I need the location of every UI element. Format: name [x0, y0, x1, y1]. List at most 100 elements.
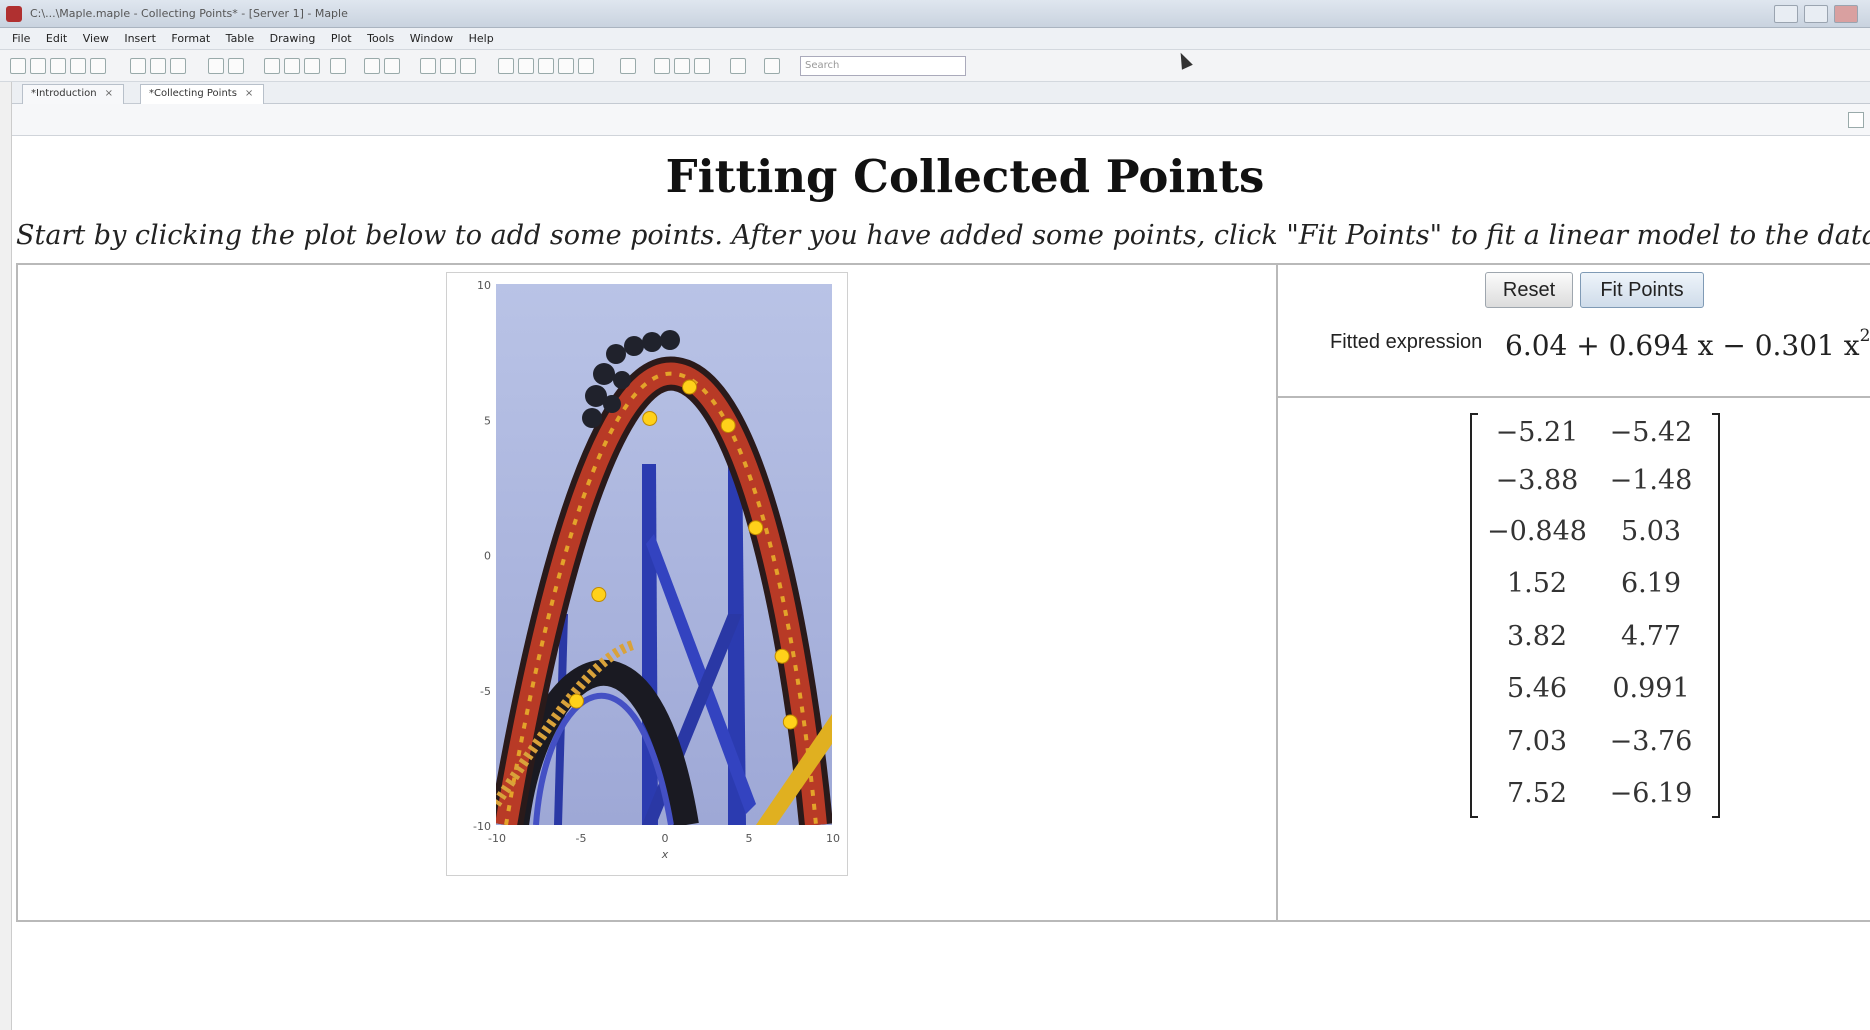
- y-tick-label: 10: [477, 279, 491, 292]
- home-icon[interactable]: [440, 58, 456, 74]
- print-icon[interactable]: [70, 58, 86, 74]
- matrix-cell-y: −1.48: [1609, 465, 1693, 496]
- execute-icon[interactable]: [518, 58, 534, 74]
- help-icon[interactable]: [764, 58, 780, 74]
- execute-group-icon[interactable]: [304, 58, 320, 74]
- fitted-expression: 6.04 + 0.694 x − 0.301 x2: [1505, 326, 1870, 362]
- matrix-cell-x: −5.21: [1495, 417, 1579, 448]
- matrix-cell-y: −3.76: [1609, 726, 1693, 757]
- print-preview-icon[interactable]: [90, 58, 106, 74]
- back-icon[interactable]: [420, 58, 436, 74]
- undo-icon[interactable]: [208, 58, 224, 74]
- reset-button[interactable]: Reset: [1485, 272, 1573, 308]
- menu-format[interactable]: Format: [171, 32, 210, 45]
- data-point: [774, 648, 790, 664]
- data-point: [568, 693, 584, 709]
- close-window-button[interactable]: [1834, 5, 1858, 23]
- restart-icon[interactable]: [558, 58, 574, 74]
- debug-icon[interactable]: [620, 58, 636, 74]
- fitted-expression-exponent: 2: [1859, 326, 1870, 346]
- execute-all-icon[interactable]: [538, 58, 554, 74]
- y-tick-label: 5: [484, 414, 491, 427]
- matrix-cell-x: 7.52: [1506, 778, 1568, 809]
- roller-coaster-photo[interactable]: [496, 284, 832, 825]
- menu-window[interactable]: Window: [410, 32, 453, 45]
- data-point: [642, 410, 658, 426]
- matrix-cell-x: 7.03: [1506, 726, 1568, 757]
- x-tick-label: 0: [662, 832, 669, 845]
- insert-section-icon[interactable]: [330, 58, 346, 74]
- menu-edit[interactable]: Edit: [46, 32, 67, 45]
- data-point: [782, 714, 798, 730]
- menu-help[interactable]: Help: [469, 32, 494, 45]
- context-ribbon: [0, 104, 1870, 136]
- x-tick-label: 10: [826, 832, 840, 845]
- window-title: C:\...\Maple.maple - Collecting Points* …: [30, 7, 348, 20]
- tab-collecting-points[interactable]: *Collecting Points ×: [140, 84, 265, 104]
- zoom-icon[interactable]: [674, 58, 690, 74]
- maple-app-icon: [6, 6, 22, 22]
- fit-points-button[interactable]: Fit Points: [1580, 272, 1704, 308]
- open-icon[interactable]: [30, 58, 46, 74]
- outdent-icon[interactable]: [384, 58, 400, 74]
- refresh-icon[interactable]: [578, 58, 594, 74]
- matrix-cell-y: 0.991: [1612, 673, 1690, 704]
- toolbar: Search: [0, 50, 1870, 82]
- menu-table[interactable]: Table: [226, 32, 254, 45]
- menu-plot[interactable]: Plot: [331, 32, 352, 45]
- paste-icon[interactable]: [170, 58, 186, 74]
- data-point: [591, 587, 607, 603]
- matrix-cell-x: −3.88: [1495, 465, 1579, 496]
- x-axis-label: x: [661, 848, 669, 861]
- matrix-row: 7.03 −3.76: [1470, 726, 1720, 766]
- table-vertical-divider: [1276, 263, 1278, 922]
- matrix-cell-y: −6.19: [1609, 778, 1693, 809]
- tab-close-icon[interactable]: ×: [245, 88, 253, 99]
- text-mode-icon[interactable]: [264, 58, 280, 74]
- matrix-row: −3.88 −1.48: [1470, 465, 1720, 505]
- zoom-out-icon[interactable]: [694, 58, 710, 74]
- indent-icon[interactable]: [364, 58, 380, 74]
- swap-icon[interactable]: [730, 58, 746, 74]
- matrix-cell-x: 1.52: [1506, 568, 1568, 599]
- menu-view[interactable]: View: [83, 32, 109, 45]
- left-gutter: [0, 82, 12, 1030]
- zoom-in-icon[interactable]: [654, 58, 670, 74]
- menu-tools[interactable]: Tools: [367, 32, 394, 45]
- tab-introduction[interactable]: *Introduction ×: [22, 84, 124, 104]
- cut-icon[interactable]: [130, 58, 146, 74]
- new-document-icon[interactable]: [10, 58, 26, 74]
- matrix-cell-x: 3.82: [1506, 621, 1568, 652]
- search-input[interactable]: Search: [800, 56, 966, 76]
- x-tick-label: -10: [488, 832, 506, 845]
- maximize-button[interactable]: [1804, 5, 1828, 23]
- menu-file[interactable]: File: [12, 32, 30, 45]
- matrix-cell-x: 5.46: [1506, 673, 1568, 704]
- math-mode-icon[interactable]: [284, 58, 300, 74]
- matrix-cell-y: 4.77: [1620, 621, 1682, 652]
- points-matrix: −5.21 −5.42 −3.88 −1.48 −0.848 5.03 1.52…: [1470, 413, 1720, 818]
- stop-icon[interactable]: [498, 58, 514, 74]
- matrix-row: 3.82 4.77: [1470, 621, 1720, 661]
- tab-close-icon[interactable]: ×: [105, 88, 113, 99]
- document-tabs: *Introduction × *Collecting Points ×: [0, 82, 1870, 104]
- matrix-row: 1.52 6.19: [1470, 568, 1720, 608]
- forward-icon[interactable]: [460, 58, 476, 74]
- redo-icon[interactable]: [228, 58, 244, 74]
- tab-label: *Collecting Points: [149, 88, 237, 99]
- menu-drawing[interactable]: Drawing: [270, 32, 316, 45]
- copy-icon[interactable]: [150, 58, 166, 74]
- matrix-cell-y: −5.42: [1609, 417, 1693, 448]
- save-icon[interactable]: [50, 58, 66, 74]
- x-tick-label: 5: [746, 832, 753, 845]
- matrix-row: 7.52 −6.19: [1470, 778, 1720, 818]
- matrix-cell-y: 6.19: [1620, 568, 1682, 599]
- fitted-expression-label: Fitted expression: [1330, 331, 1483, 353]
- minimize-button[interactable]: [1774, 5, 1798, 23]
- matrix-cell-x: −0.848: [1487, 516, 1587, 547]
- data-point: [682, 379, 698, 395]
- matrix-row: −0.848 5.03: [1470, 516, 1720, 556]
- menu-insert[interactable]: Insert: [124, 32, 156, 45]
- roller-coaster-image: [496, 284, 832, 825]
- palette-toggle-icon[interactable]: [1848, 112, 1864, 128]
